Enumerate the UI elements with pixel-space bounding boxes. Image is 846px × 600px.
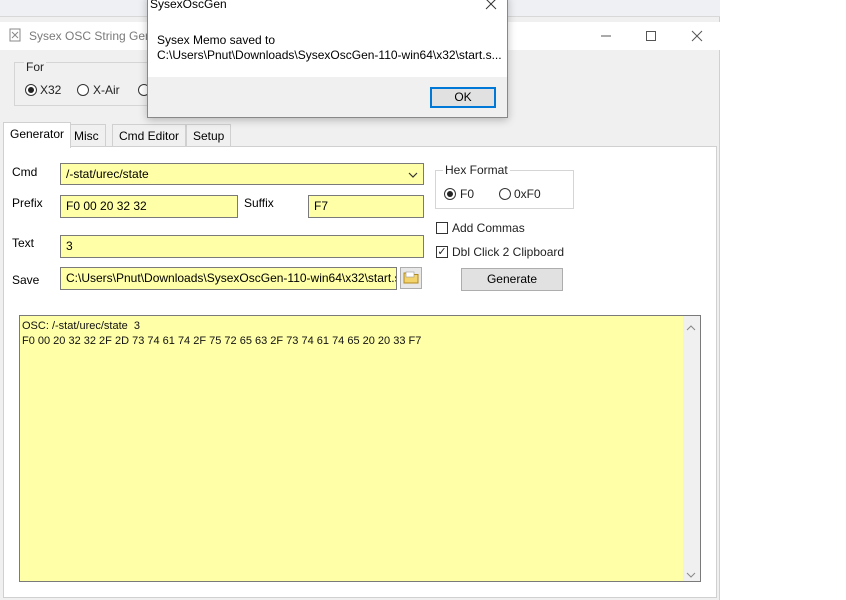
app-icon <box>9 28 21 42</box>
add-commas-label[interactable]: Add Commas <box>452 221 525 235</box>
radio-x32[interactable] <box>25 84 37 96</box>
dialog-message-line2: C:\Users\Pnut\Downloads\SysexOscGen-110-… <box>157 48 502 62</box>
text-input[interactable]: 3 <box>60 235 424 258</box>
dialog-message-line1: Sysex Memo saved to <box>157 33 276 47</box>
radio-x-air[interactable] <box>77 84 89 96</box>
prefix-input[interactable]: F0 00 20 32 32 <box>60 195 238 218</box>
check-icon: ✓ <box>437 246 447 258</box>
radio-0xf0[interactable] <box>499 188 511 200</box>
tab-misc[interactable]: Misc <box>67 124 106 146</box>
save-path-input[interactable]: C:\Users\Pnut\Downloads\SysexOscGen-110-… <box>60 267 397 290</box>
radio-0xf0-label[interactable]: 0xF0 <box>514 187 541 201</box>
close-icon[interactable] <box>674 22 720 50</box>
suffix-label: Suffix <box>244 196 274 210</box>
text-label: Text <box>12 236 35 250</box>
scroll-up-icon[interactable] <box>686 321 696 335</box>
dbl-click-clipboard-label[interactable]: Dbl Click 2 Clipboard <box>452 245 564 259</box>
radio-f0[interactable] <box>444 188 456 200</box>
scroll-down-icon[interactable] <box>686 568 696 582</box>
radio-x-air-label[interactable]: X-Air <box>93 83 120 97</box>
dbl-click-clipboard-checkbox[interactable]: ✓ <box>436 246 448 258</box>
for-group-label: For <box>24 60 46 74</box>
radio-x32-label[interactable]: X32 <box>40 83 61 97</box>
tab-setup[interactable]: Setup <box>186 124 232 146</box>
cmd-dropdown[interactable]: /-stat/urec/state <box>60 163 424 185</box>
hex-format-label: Hex Format <box>443 163 510 177</box>
tab-generator[interactable]: Generator <box>3 122 72 148</box>
minimize-icon[interactable] <box>583 22 629 50</box>
window-title: Sysex OSC String Gene <box>29 29 159 43</box>
add-commas-checkbox[interactable] <box>436 222 448 234</box>
tab-cmd-editor[interactable]: Cmd Editor <box>112 124 187 146</box>
maximize-icon[interactable] <box>628 22 674 50</box>
output-memo[interactable] <box>19 315 701 582</box>
dialog-close-icon[interactable] <box>484 0 498 11</box>
cmd-label: Cmd <box>12 165 38 179</box>
suffix-input[interactable]: F7 <box>308 195 424 218</box>
folder-icon <box>403 270 419 287</box>
chevron-down-icon[interactable] <box>407 169 419 179</box>
ok-button[interactable]: OK <box>430 87 496 108</box>
memo-osc-line: OSC: /-stat/urec/state 3 <box>22 320 140 332</box>
radio-f0-label[interactable]: F0 <box>460 187 474 201</box>
cmd-dropdown-value: /-stat/urec/state <box>66 167 149 181</box>
prefix-label: Prefix <box>12 196 43 210</box>
browse-button[interactable] <box>400 267 422 289</box>
memo-scrollbar[interactable] <box>683 316 700 581</box>
generate-button[interactable]: Generate <box>461 268 563 291</box>
save-label: Save <box>12 273 40 287</box>
memo-hex-line: F0 00 20 32 32 2F 2D 73 74 61 74 2F 75 7… <box>22 335 422 347</box>
dialog-title: SysexOscGen <box>150 0 227 11</box>
